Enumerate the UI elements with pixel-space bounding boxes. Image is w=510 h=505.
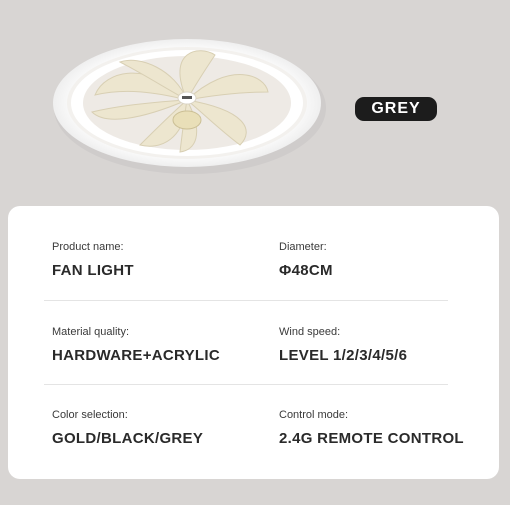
- spec-value: 2.4G REMOTE CONTROL: [279, 430, 464, 447]
- spec-value: HARDWARE+ACRYLIC: [52, 347, 220, 364]
- spec-value: GOLD/BLACK/GREY: [52, 430, 204, 447]
- divider: [44, 384, 448, 385]
- spec-card: Product name: FAN LIGHT Diameter: Φ48CM …: [8, 206, 499, 479]
- spec-wind-speed: Wind speed: LEVEL 1/2/3/4/5/6: [279, 326, 407, 364]
- spec-value: FAN LIGHT: [52, 262, 134, 279]
- spec-label: Diameter:: [279, 241, 327, 253]
- spec-material: Material quality: HARDWARE+ACRYLIC: [52, 326, 220, 364]
- spec-color: Color selection: GOLD/BLACK/GREY: [52, 409, 203, 447]
- spec-label: Wind speed:: [279, 326, 341, 338]
- spec-label: Control mode:: [279, 409, 349, 421]
- spec-value: Φ48CM: [279, 262, 333, 279]
- color-badge: GREY: [355, 97, 437, 121]
- spec-label: Material quality:: [52, 326, 130, 338]
- spec-control-mode: Control mode: 2.4G REMOTE CONTROL: [279, 409, 464, 447]
- spec-value: LEVEL 1/2/3/4/5/6: [279, 347, 408, 364]
- divider: [44, 300, 448, 301]
- spec-diameter: Diameter: Φ48CM: [279, 241, 333, 279]
- spec-label: Color selection:: [52, 409, 128, 421]
- spec-label: Product name:: [52, 241, 124, 253]
- spec-product-name: Product name: FAN LIGHT: [52, 241, 134, 279]
